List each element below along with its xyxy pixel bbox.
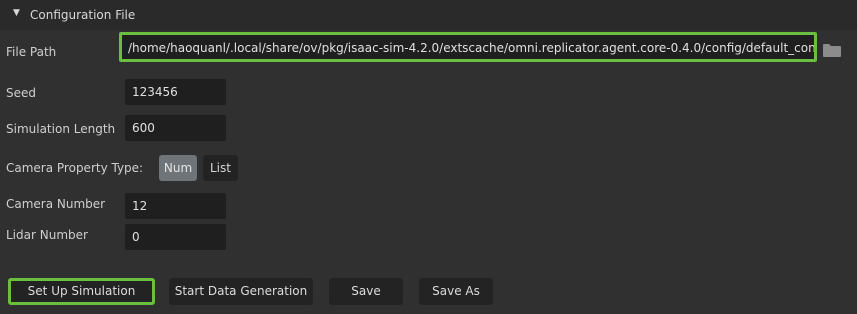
section-header[interactable]: ▼ Configuration File bbox=[0, 0, 857, 30]
seed-label: Seed bbox=[6, 86, 36, 100]
camera-property-type-label: Camera Property Type: bbox=[6, 161, 144, 175]
simulation-length-input[interactable]: 600 bbox=[125, 115, 226, 141]
folder-icon[interactable] bbox=[823, 43, 841, 57]
camera-number-input[interactable]: 12 bbox=[125, 193, 226, 219]
start-data-generation-button[interactable]: Start Data Generation bbox=[169, 278, 313, 305]
configuration-panel: ▼ Configuration File File Path /home/hao… bbox=[0, 0, 857, 314]
set-up-simulation-button[interactable]: Set Up Simulation bbox=[8, 278, 155, 305]
file-path-input[interactable]: /home/haoquanl/.local/share/ov/pkg/isaac… bbox=[119, 32, 817, 62]
file-path-label: File Path bbox=[6, 45, 57, 59]
toggle-num[interactable]: Num bbox=[159, 155, 197, 181]
section-title: Configuration File bbox=[30, 8, 136, 22]
triangle-down-icon[interactable]: ▼ bbox=[13, 8, 20, 18]
simulation-length-label: Simulation Length bbox=[6, 122, 116, 136]
save-as-button[interactable]: Save As bbox=[419, 278, 493, 305]
seed-input[interactable]: 123456 bbox=[125, 79, 226, 105]
lidar-number-label: Lidar Number bbox=[6, 228, 88, 242]
camera-number-label: Camera Number bbox=[6, 197, 106, 211]
save-button[interactable]: Save bbox=[329, 278, 403, 305]
toggle-list[interactable]: List bbox=[203, 155, 238, 181]
lidar-number-input[interactable]: 0 bbox=[125, 224, 226, 250]
